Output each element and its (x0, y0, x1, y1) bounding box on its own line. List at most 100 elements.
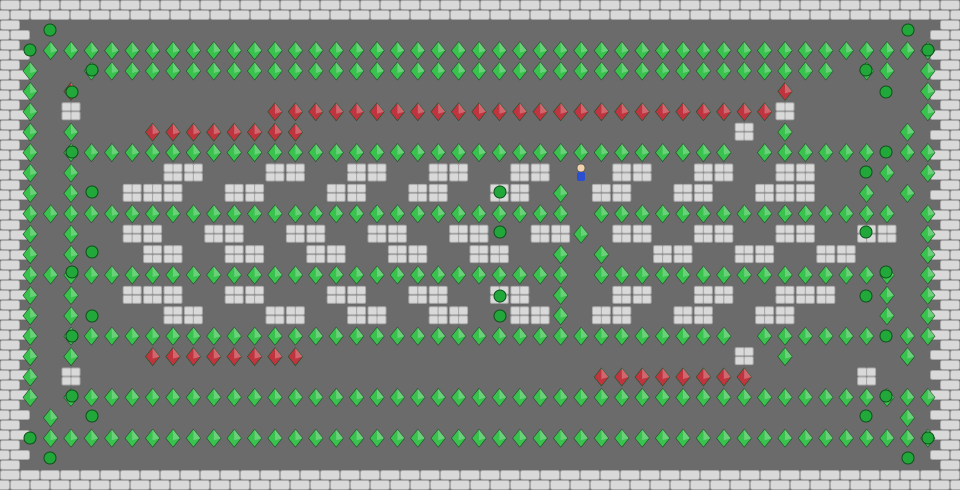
wall-brick (720, 0, 740, 10)
wall-brick (640, 0, 660, 10)
wall-brick (390, 480, 410, 490)
wall-brick (510, 10, 530, 20)
empty-goal (65, 389, 79, 403)
wall-brick (950, 170, 960, 180)
wall-brick (830, 480, 850, 490)
wall-brick (170, 480, 190, 490)
wall-brick (840, 0, 860, 10)
wall-brick (600, 0, 620, 10)
wall-brick (950, 50, 960, 60)
wall-brick (80, 470, 100, 480)
wall-brick (760, 0, 780, 10)
wall-brick (660, 0, 680, 10)
wall-brick (780, 0, 800, 10)
wall-brick (0, 0, 20, 10)
wall-brick (570, 10, 590, 20)
wall-brick (520, 470, 540, 480)
wall-brick (890, 10, 910, 20)
wall-brick (520, 0, 540, 10)
wall-brick (230, 480, 250, 490)
wall-brick (0, 290, 10, 300)
empty-goal (43, 451, 57, 465)
wall-brick (610, 480, 630, 490)
wall-brick (930, 370, 950, 380)
wall-brick (0, 320, 20, 330)
wall-brick (760, 470, 780, 480)
empty-goal (23, 431, 37, 445)
wall-brick (0, 40, 20, 50)
wall-brick (780, 470, 800, 480)
wall-brick (50, 480, 70, 490)
wall-brick (950, 10, 960, 20)
wall-brick (950, 110, 960, 120)
wall-brick (930, 450, 950, 460)
wall-brick (930, 30, 950, 40)
wall-brick (450, 10, 470, 20)
wall-brick (0, 310, 10, 320)
empty-goal (493, 309, 507, 323)
empty-goal (901, 451, 915, 465)
wall-brick (0, 170, 10, 180)
wall-brick (950, 310, 960, 320)
wall-brick (390, 10, 410, 20)
wall-brick (950, 210, 960, 220)
wall-brick (340, 470, 360, 480)
wall-brick (540, 0, 560, 10)
wall-brick (320, 470, 340, 480)
wall-brick (230, 10, 250, 20)
wall-brick (910, 480, 930, 490)
wall-brick (930, 410, 950, 420)
wall-brick (250, 10, 270, 20)
wall-brick (950, 270, 960, 280)
empty-goal (85, 63, 99, 77)
wall-brick (490, 10, 510, 20)
wall-brick (450, 480, 470, 490)
wall-brick (110, 10, 130, 20)
wall-brick (300, 470, 320, 480)
wall-brick (820, 470, 840, 480)
wall-brick (410, 10, 430, 20)
wall-brick (0, 460, 20, 470)
wall-brick (940, 200, 960, 210)
wall-brick (950, 350, 960, 360)
wall-brick (0, 200, 20, 210)
wall-brick (0, 50, 10, 60)
wall-brick (790, 10, 810, 20)
wall-brick (940, 180, 960, 190)
wall-brick (940, 380, 960, 390)
wall-brick (630, 10, 650, 20)
wall-brick (10, 450, 30, 460)
wall-brick (800, 470, 820, 480)
wall-brick (360, 0, 380, 10)
wall-brick (380, 0, 400, 10)
wall-brick (940, 340, 960, 350)
wall-brick (720, 470, 740, 480)
wall-brick (340, 0, 360, 10)
wall-brick (40, 0, 60, 10)
wall-brick (630, 480, 650, 490)
wall-brick (560, 0, 580, 10)
wall-brick (210, 10, 230, 20)
wall-brick (860, 0, 880, 10)
wall-brick (0, 480, 10, 490)
wall-brick (70, 10, 90, 20)
wall-brick (420, 470, 440, 480)
wall-brick (0, 330, 10, 340)
wall-brick (850, 10, 870, 20)
wall-brick (940, 220, 960, 230)
wall-brick (0, 470, 20, 480)
wall-brick (50, 10, 70, 20)
wall-brick (920, 470, 940, 480)
wall-brick (940, 260, 960, 270)
wall-brick (20, 470, 40, 480)
empty-goal (65, 85, 79, 99)
wall-brick (0, 360, 20, 370)
wall-brick (110, 480, 130, 490)
wall-brick (0, 380, 20, 390)
wall-brick (260, 470, 280, 480)
wall-brick (80, 0, 100, 10)
wall-brick (180, 0, 200, 10)
wall-brick (850, 480, 870, 490)
wall-brick (220, 0, 240, 10)
player (576, 163, 586, 181)
